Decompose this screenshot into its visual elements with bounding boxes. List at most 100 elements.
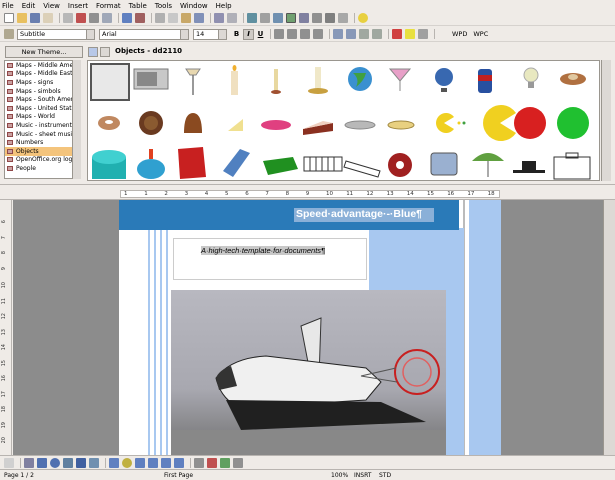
menu-window[interactable]: Window (180, 2, 208, 10)
increase-indent-icon[interactable] (372, 29, 382, 39)
rectangle-icon[interactable] (37, 457, 47, 468)
theme-item[interactable]: Maps - Middle Ame (5, 61, 80, 70)
callout-icon[interactable] (89, 457, 99, 468)
menu-help[interactable]: Help (216, 2, 232, 10)
gallery-toggle-icon[interactable] (286, 13, 296, 23)
theme-item[interactable]: Maps - World (5, 113, 80, 122)
justify-icon[interactable] (313, 29, 323, 39)
find-replace-icon[interactable] (299, 13, 309, 23)
text-tool-icon[interactable] (76, 457, 86, 468)
numbering-icon[interactable] (333, 29, 343, 39)
ellipse-icon[interactable] (50, 457, 60, 468)
insert-mode[interactable]: INSRT (354, 472, 371, 479)
stars-icon[interactable] (174, 457, 184, 468)
line-icon[interactable] (24, 457, 34, 468)
select-arrow-icon[interactable] (4, 457, 14, 468)
font-color-icon[interactable] (392, 29, 402, 39)
theme-item[interactable]: Music - instruments (5, 121, 80, 130)
header-text[interactable]: Speed·advantage·-·Blue¶ (294, 208, 434, 222)
font-size-select[interactable]: 14 (193, 28, 227, 40)
horizontal-ruler[interactable]: 1 1 2 3 4 5 6 7 8 9 10 11 12 13 14 15 16 17 18 (0, 188, 615, 200)
theme-item[interactable]: Numbers (5, 138, 80, 147)
export-pdf-icon[interactable] (76, 13, 86, 23)
align-right-icon[interactable] (300, 29, 310, 39)
document-vertical-scrollbar[interactable] (603, 200, 615, 455)
undo-icon[interactable] (214, 13, 224, 23)
page-indicator[interactable]: Page 1 / 2 (4, 472, 34, 479)
vertical-ruler[interactable]: 6 7 8 9 10 11 12 13 14 15 16 17 18 19 20 (0, 200, 12, 455)
theme-item[interactable]: Maps - United State (5, 104, 80, 113)
subtitle-text[interactable]: A·high-tech·template·for·documents¶ (201, 246, 326, 255)
theme-list[interactable]: Maps - Middle Ame Maps - Middle East Maps … (4, 60, 81, 179)
menu-insert[interactable]: Insert (68, 2, 88, 10)
menu-file[interactable]: File (2, 2, 14, 10)
freeform-icon[interactable] (63, 457, 73, 468)
symbol-shapes-icon[interactable] (122, 457, 132, 468)
bullets-icon[interactable] (346, 29, 356, 39)
formatting-marks-icon[interactable] (325, 13, 335, 23)
theme-item[interactable]: People (5, 164, 80, 173)
copy-icon[interactable] (168, 13, 178, 23)
autospell-icon[interactable] (135, 13, 145, 23)
selection-mode[interactable]: STD (379, 472, 391, 479)
new-document-icon[interactable] (4, 13, 14, 23)
block-arrows-icon[interactable] (135, 457, 145, 468)
edit-file-icon[interactable] (63, 13, 73, 23)
detail-view-icon[interactable] (100, 47, 110, 57)
theme-item[interactable]: OpenOffice.org logo (5, 156, 80, 165)
underline-button[interactable]: U (255, 29, 266, 40)
page-style[interactable]: First Page (164, 472, 193, 479)
theme-item[interactable]: Maps - signs (5, 78, 80, 87)
points-icon[interactable] (194, 457, 204, 468)
document-page[interactable]: Speed·advantage·-·Blue¶ A·high-tech·temp… (119, 200, 501, 455)
open-icon[interactable] (17, 13, 27, 23)
styles-icon[interactable] (4, 29, 14, 39)
menu-view[interactable]: View (43, 2, 60, 10)
mail-icon[interactable] (43, 13, 53, 23)
cut-icon[interactable] (155, 13, 165, 23)
print-preview-icon[interactable] (102, 13, 112, 23)
subtitle-frame[interactable]: A·high-tech·template·for·documents¶ (173, 238, 367, 280)
navigator-icon[interactable] (312, 13, 322, 23)
font-name-select[interactable]: Arial (99, 28, 189, 40)
menu-edit[interactable]: Edit (22, 2, 36, 10)
callouts-icon[interactable] (161, 457, 171, 468)
print-icon[interactable] (89, 13, 99, 23)
theme-item[interactable]: Maps - South Amer (5, 95, 80, 104)
theme-list-scrollbar[interactable] (72, 60, 81, 179)
wpd-button[interactable]: WPD (452, 30, 467, 38)
zoom-icon[interactable] (338, 13, 348, 23)
wpc-button[interactable]: WPC (473, 30, 488, 38)
zoom-level[interactable]: 100% (331, 472, 348, 479)
fontwork-icon[interactable] (207, 457, 217, 468)
highlight-icon[interactable] (405, 29, 415, 39)
paragraph-style-select[interactable]: Subtitle (17, 28, 95, 40)
extrusion-icon[interactable] (233, 457, 243, 468)
flowchart-icon[interactable] (148, 457, 158, 468)
save-icon[interactable] (30, 13, 40, 23)
basic-shapes-icon[interactable] (109, 457, 119, 468)
align-left-icon[interactable] (274, 29, 284, 39)
menu-table[interactable]: Table (129, 2, 147, 10)
format-paintbrush-icon[interactable] (194, 13, 204, 23)
theme-item[interactable]: Maps - simbols (5, 87, 80, 96)
theme-item[interactable]: Objects (5, 146, 80, 156)
theme-item[interactable]: Maps - Middle East (5, 70, 80, 79)
gallery-scrollbar[interactable] (601, 60, 611, 181)
italic-button[interactable]: I (243, 28, 254, 40)
icon-view-icon[interactable] (88, 47, 98, 57)
menu-tools[interactable]: Tools (155, 2, 172, 10)
bold-button[interactable]: B (231, 29, 242, 40)
help-icon[interactable] (358, 13, 368, 23)
from-file-icon[interactable] (220, 457, 230, 468)
menu-format[interactable]: Format (96, 2, 121, 10)
align-center-icon[interactable] (287, 29, 297, 39)
theme-item[interactable]: Music - sheet music (5, 130, 80, 139)
background-color-icon[interactable] (418, 29, 428, 39)
selected-gallery-object[interactable] (90, 63, 130, 101)
hyperlink-icon[interactable] (247, 13, 257, 23)
decrease-indent-icon[interactable] (359, 29, 369, 39)
new-theme-button[interactable]: New Theme... (5, 46, 83, 58)
paste-icon[interactable] (181, 13, 191, 23)
spellcheck-icon[interactable] (122, 13, 132, 23)
